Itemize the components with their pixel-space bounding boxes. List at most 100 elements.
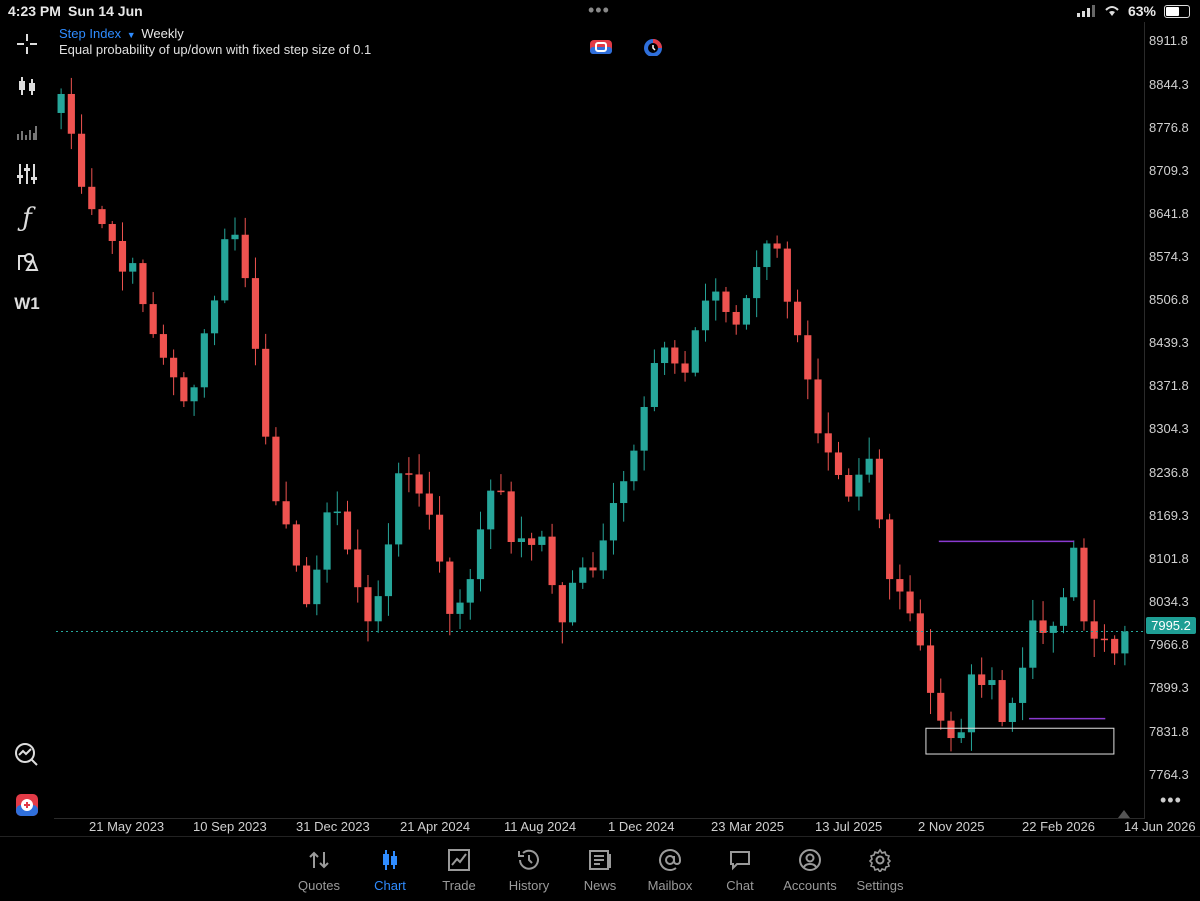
- tab-news[interactable]: News: [565, 845, 635, 893]
- candle-body: [701, 300, 710, 331]
- candle-body: [57, 93, 65, 113]
- mailbox-icon: [635, 845, 705, 875]
- candle-body: [384, 544, 393, 597]
- price-tick: 8304.3: [1149, 421, 1189, 436]
- candle-body: [620, 481, 628, 504]
- candle-body: [272, 436, 280, 502]
- candle-body: [824, 433, 832, 453]
- candle-body: [978, 674, 986, 686]
- candle-body: [1008, 702, 1016, 722]
- timer-icon[interactable]: [642, 38, 664, 56]
- trade-icon: [424, 845, 494, 875]
- date-tick: 11 Aug 2024: [504, 819, 577, 834]
- candle-body: [967, 674, 976, 733]
- price-tick: 8911.8: [1149, 33, 1188, 48]
- date-tick: 1 Dec 2024: [608, 819, 675, 834]
- tab-chat[interactable]: Chat: [705, 845, 775, 893]
- candle-body: [855, 474, 863, 497]
- date-tick: 13 Jul 2025: [815, 819, 883, 834]
- date-tick: 23 Mar 2025: [711, 819, 784, 834]
- price-tick: 8236.8: [1149, 465, 1189, 480]
- candle-body: [221, 239, 229, 301]
- price-tick: 8169.3: [1149, 508, 1189, 523]
- tab-chart[interactable]: Chart: [355, 845, 425, 893]
- candle-body: [435, 514, 444, 562]
- candle-body: [937, 692, 945, 721]
- candle-body: [742, 298, 751, 325]
- candle-body: [456, 602, 464, 614]
- tab-label: Quotes: [298, 878, 340, 893]
- tab-label: Mailbox: [647, 878, 693, 893]
- candle-body: [364, 587, 372, 622]
- tab-quotes[interactable]: Quotes: [284, 845, 354, 893]
- tab-settings[interactable]: Settings: [845, 845, 915, 893]
- candle-body: [906, 591, 914, 614]
- candle-body: [589, 567, 597, 571]
- candle-body: [190, 387, 198, 402]
- price-tick: 8439.3: [1149, 335, 1189, 350]
- price-tick: 8844.3: [1149, 77, 1189, 92]
- candle-body: [487, 490, 495, 530]
- price-axis[interactable]: [1144, 22, 1200, 818]
- candle-body: [568, 582, 577, 623]
- tab-label: News: [583, 878, 617, 893]
- accounts-icon: [775, 845, 845, 875]
- candle-body: [650, 363, 658, 407]
- candle-body: [1059, 597, 1068, 626]
- candle-body: [579, 567, 587, 583]
- price-tick: 7831.8: [1149, 724, 1189, 739]
- candle-body: [834, 452, 843, 475]
- price-tick: 8371.8: [1149, 378, 1189, 393]
- candle-body: [374, 596, 382, 622]
- symbol-name[interactable]: Step Index: [59, 26, 121, 41]
- candle-body: [1090, 621, 1098, 639]
- candle-body: [773, 243, 781, 249]
- candle-body: [998, 680, 1006, 722]
- candle-body: [159, 334, 167, 358]
- more-options-icon[interactable]: •••: [1160, 790, 1182, 811]
- candle-body: [865, 458, 873, 475]
- candle-body: [722, 291, 730, 312]
- tab-label: Chart: [374, 878, 406, 893]
- one-click-trading-icon[interactable]: [590, 38, 612, 56]
- candle-body: [926, 645, 935, 693]
- tab-accounts[interactable]: Accounts: [775, 845, 845, 893]
- candle-body: [947, 720, 955, 739]
- date-tick: 21 May 2023: [89, 819, 165, 834]
- price-tick: 8709.3: [1149, 163, 1189, 178]
- tab-label: Settings: [856, 878, 904, 893]
- candle-body: [988, 680, 996, 686]
- tab-label: Accounts: [783, 878, 837, 893]
- date-tick: 21 Apr 2024: [400, 819, 471, 834]
- price-tick: 8034.3: [1149, 594, 1189, 609]
- date-tick: 31 Dec 2023: [296, 819, 370, 834]
- candle-body: [446, 561, 454, 614]
- candle-body: [957, 732, 965, 739]
- candle-body: [630, 450, 638, 482]
- date-tick: 2 Nov 2025: [918, 819, 985, 834]
- candle-body: [1111, 638, 1119, 654]
- symbol-label[interactable]: Step Index ▼ Weekly: [59, 26, 184, 41]
- candle-body: [691, 330, 699, 373]
- timeframe-label: Weekly: [141, 26, 184, 41]
- candle-body: [845, 474, 853, 497]
- candle-body: [640, 406, 648, 451]
- candle-body: [251, 278, 260, 349]
- candle-body: [170, 357, 178, 378]
- chart-icon: [355, 845, 425, 875]
- price-tick: 7764.3: [1149, 767, 1189, 782]
- candle-body: [661, 347, 669, 364]
- shift-marker-icon: [1118, 810, 1130, 818]
- tab-history[interactable]: History: [494, 845, 564, 893]
- candle-body: [333, 511, 341, 514]
- candle-body: [517, 538, 525, 542]
- candle-body: [681, 363, 689, 373]
- tab-trade[interactable]: Trade: [424, 845, 494, 893]
- price-tick: 8506.8: [1149, 292, 1189, 307]
- candle-body: [507, 491, 515, 542]
- candle-body: [262, 348, 270, 437]
- candle-body: [313, 569, 321, 605]
- candle-body: [354, 549, 362, 588]
- chevron-down-icon[interactable]: ▼: [127, 30, 136, 40]
- tab-mailbox[interactable]: Mailbox: [635, 845, 705, 893]
